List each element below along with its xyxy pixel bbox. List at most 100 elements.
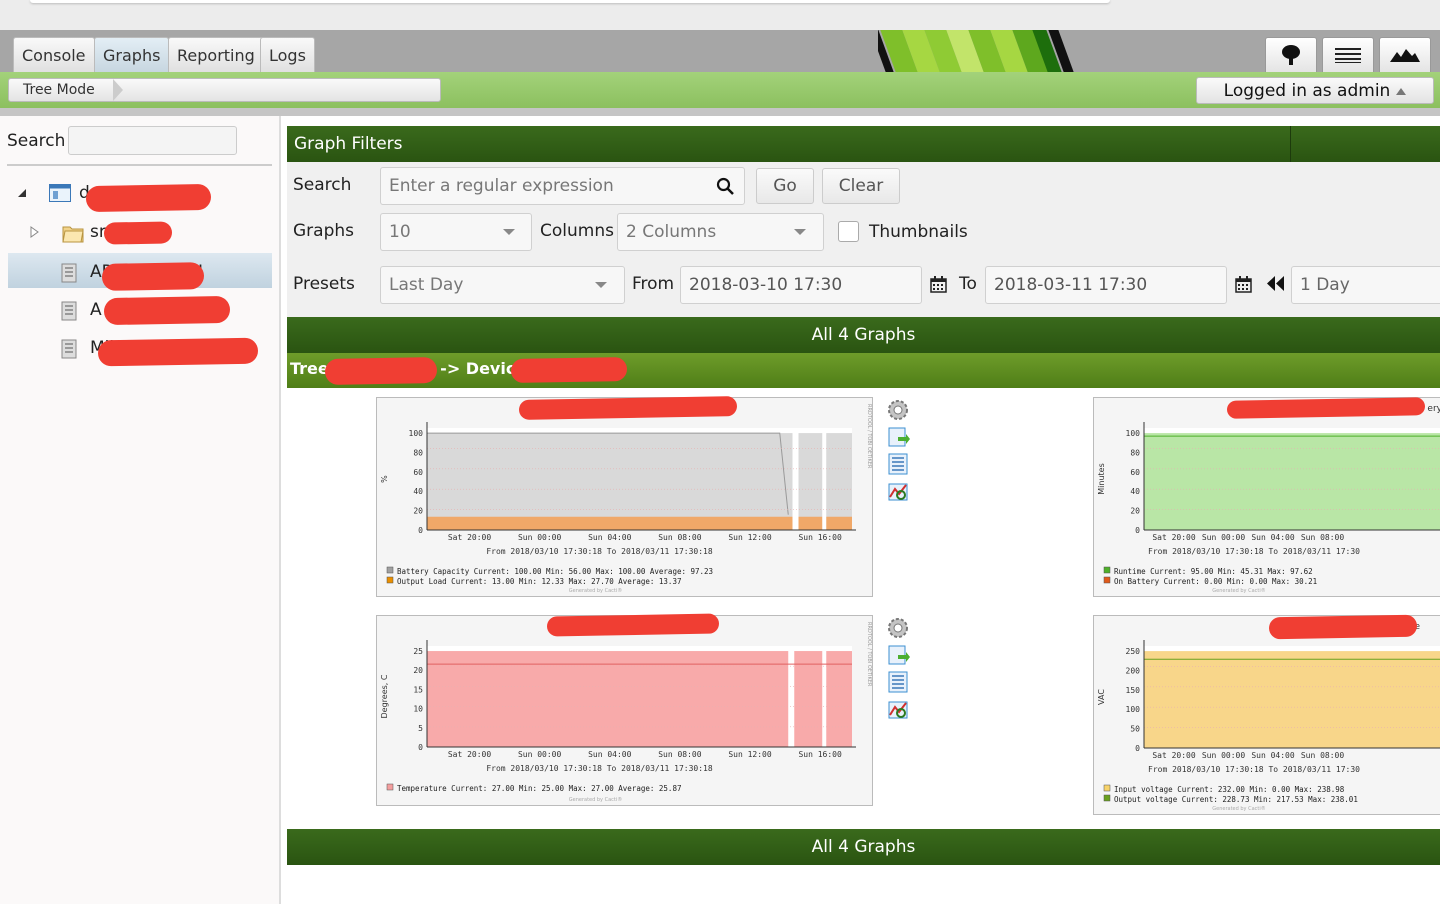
redaction-mark — [518, 396, 738, 420]
y-tick-label: 250 — [1126, 647, 1141, 656]
y-tick-label: 20 — [413, 666, 423, 675]
graph-date-range: From 2018/03/10 17:30:18 To 2018/03/11 1… — [1148, 765, 1360, 774]
preview-view-button[interactable] — [1379, 37, 1431, 72]
graph-date-range: From 2018/03/10 17:30:18 To 2018/03/11 1… — [1148, 547, 1360, 556]
y-tick-label: 60 — [413, 468, 423, 477]
legend-entry: Output Load Current: 13.00 Min: 12.33 Ma… — [397, 577, 681, 586]
device-icon — [61, 301, 77, 321]
timespan-select[interactable]: 1 Day — [1291, 266, 1440, 304]
separator-bar — [0, 108, 1440, 116]
redaction-mark — [103, 221, 173, 245]
x-tick-label: Sun 04:00 — [588, 533, 632, 542]
calendar-icon[interactable] — [1235, 276, 1252, 293]
graph-footer: Generated by Cacti® — [569, 587, 623, 594]
window-top-strip — [0, 0, 1440, 30]
graph-date-range: From 2018/03/10 17:30:18 To 2018/03/11 1… — [486, 547, 713, 556]
breadcrumb-bar: Tree Mode Logged in as admin — [0, 72, 1440, 108]
x-tick-label: Sun 08:00 — [1301, 533, 1345, 542]
export-icon[interactable] — [886, 425, 910, 449]
tree-view-button[interactable] — [1265, 37, 1317, 72]
y-axis-label: % — [380, 475, 389, 483]
x-tick-label: Sun 04:00 — [588, 750, 632, 759]
columns-select[interactable]: 2 Columns — [617, 213, 824, 251]
list-view-button[interactable] — [1322, 37, 1374, 72]
x-tick-label: Sun 00:00 — [1202, 533, 1246, 542]
graph-filters-header: Graph Filters — [287, 126, 1440, 162]
y-tick-label: 0 — [418, 743, 423, 752]
legend-swatch — [1103, 566, 1111, 574]
redaction-mark — [1226, 397, 1426, 419]
export-icon[interactable] — [886, 643, 910, 667]
graph-date-range: From 2018/03/10 17:30:18 To 2018/03/11 1… — [486, 764, 713, 773]
tab-reporting[interactable]: Reporting — [168, 37, 264, 72]
x-tick-label: Sat 20:00 — [448, 750, 492, 759]
x-tick-label: Sun 12:00 — [728, 750, 772, 759]
graph-footer: Generated by Cacti® — [569, 796, 623, 803]
x-tick-label: Sat 20:00 — [1152, 533, 1196, 542]
y-tick-label: 40 — [1130, 487, 1140, 496]
graph-filters-panel: Search Enter a regular expression Go Cle… — [287, 162, 1440, 317]
from-date-input[interactable]: 2018-03-10 17:30 — [680, 266, 922, 304]
tab-graphs[interactable]: Graphs — [94, 37, 170, 72]
all-graphs-header: All 4 Graphs — [287, 317, 1440, 353]
go-button[interactable]: Go — [756, 168, 814, 204]
search-label: Search — [293, 175, 352, 195]
columns-label: Columns — [540, 221, 614, 241]
clear-button[interactable]: Clear — [822, 168, 900, 204]
list-icon[interactable] — [886, 670, 910, 694]
y-tick-label: 15 — [413, 685, 423, 694]
tree-icon — [1282, 45, 1300, 65]
presets-value: Last Day — [389, 275, 464, 295]
graph-footer: Generated by Cacti® — [1212, 587, 1266, 594]
sidebar-search-input[interactable] — [68, 126, 237, 155]
legend-entry: Input voltage Current: 232.00 Min: 0.00 … — [1114, 785, 1345, 794]
graph-3[interactable]: 25 20 15 10 5 0 Sat 20:00 Sun 00:00 Sun 04:00 Sun… — [376, 615, 873, 806]
series-area — [427, 433, 852, 530]
list-icon[interactable] — [886, 452, 910, 476]
y-tick-label: 5 — [418, 724, 423, 733]
user-menu-button[interactable]: Logged in as admin — [1196, 77, 1434, 104]
collapsed-triangle-icon — [30, 226, 39, 238]
x-tick-label: Sun 12:00 — [728, 533, 772, 542]
graph-1[interactable]: 100 80 60 40 20 0 Sat 20:00 Sun 00:00 Sun 04:00 S… — [376, 397, 873, 597]
redaction-mark — [85, 183, 212, 213]
x-tick-label: Sun 00:00 — [1202, 751, 1246, 760]
x-tick-label: Sun 04:00 — [1251, 751, 1295, 760]
y-tick-label: 0 — [1135, 526, 1140, 535]
tab-console[interactable]: Console — [13, 37, 95, 72]
expanded-triangle-icon — [18, 189, 26, 197]
thumbnails-checkbox[interactable] — [838, 221, 859, 242]
graph-2[interactable]: 100 80 60 40 20 0 Sat 20:00 Sun 00:00 Sun 04:00 S… — [1093, 397, 1440, 597]
gear-icon[interactable] — [886, 616, 910, 640]
thumbnails-label: Thumbnails — [869, 222, 968, 242]
redaction-mark — [101, 262, 205, 291]
calendar-icon[interactable] — [930, 276, 947, 293]
to-date-input[interactable]: 2018-03-11 17:30 — [985, 266, 1227, 304]
user-menu-label: Logged in as admin — [1223, 80, 1391, 101]
tree-sidebar: Search d sr AP I A Mik — [0, 116, 281, 904]
tree-node-label: A — [90, 300, 102, 320]
zoom-icon[interactable] — [886, 479, 910, 503]
rewind-icon[interactable] — [1267, 276, 1284, 291]
y-tick-label: 100 — [409, 429, 424, 438]
breadcrumb-tree-mode[interactable]: Tree Mode — [23, 82, 95, 98]
x-tick-label: Sun 08:00 — [1301, 751, 1345, 760]
x-tick-label: Sun 00:00 — [518, 533, 562, 542]
search-input[interactable]: Enter a regular expression — [380, 167, 745, 205]
graphs-per-page-select[interactable]: 10 — [380, 213, 532, 251]
x-tick-label: Sat 20:00 — [1152, 751, 1196, 760]
presets-select[interactable]: Last Day — [380, 266, 625, 304]
gear-icon[interactable] — [886, 398, 910, 422]
sidebar-search-label: Search — [7, 131, 66, 151]
chevron-down-icon — [794, 229, 806, 235]
y-tick-label: 20 — [1130, 507, 1140, 516]
tab-logs[interactable]: Logs — [260, 37, 315, 72]
redaction-mark — [1268, 614, 1418, 640]
y-axis-label: Degrees, C — [380, 674, 389, 718]
y-tick-label: 100 — [1126, 705, 1141, 714]
x-tick-label: Sun 16:00 — [798, 533, 842, 542]
graph-image: 100 80 60 40 20 0 Sat 20:00 Sun 00:00 Sun 04:00 S… — [380, 404, 872, 594]
zoom-icon[interactable] — [886, 697, 910, 721]
graph-4[interactable]: 250 200 150 100 50 0 Sat 20:00 Sun 00:00 Sun 04:… — [1093, 615, 1440, 815]
x-tick-label: Sun 08:00 — [658, 750, 702, 759]
